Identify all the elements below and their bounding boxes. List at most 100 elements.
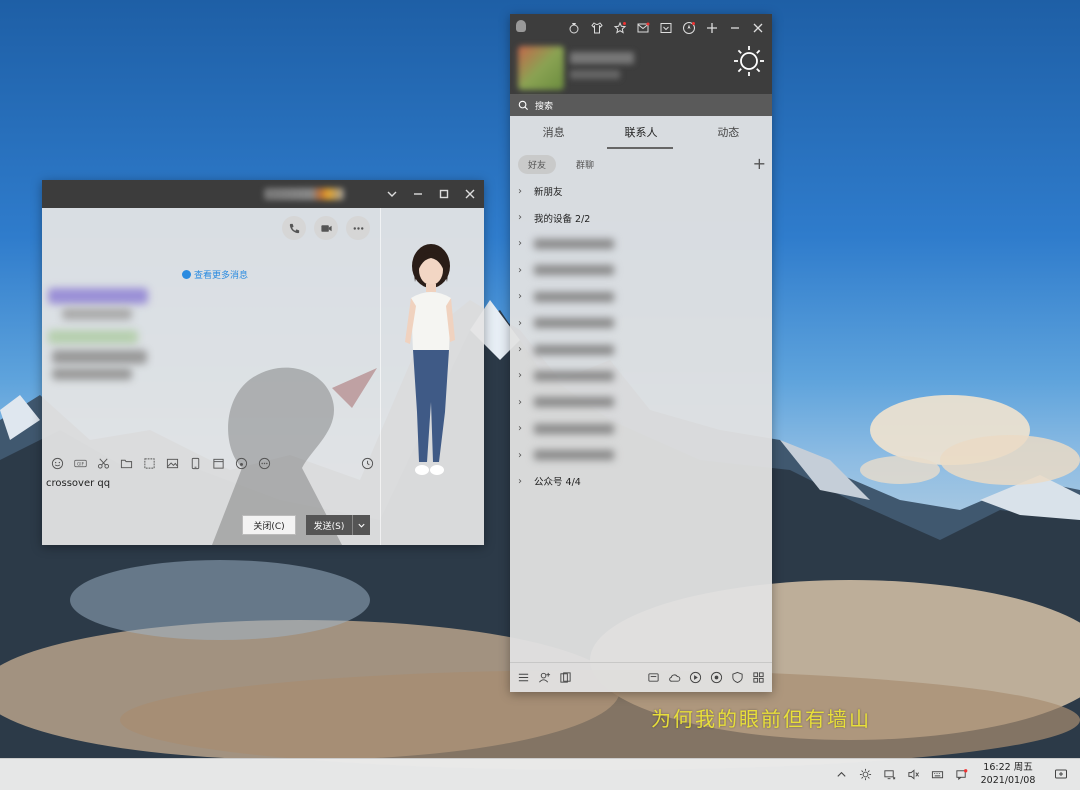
close-button[interactable]: 关闭(C)	[242, 515, 296, 535]
star-icon[interactable]	[610, 18, 630, 38]
contact-subtabs: 好友 群聊 +	[510, 150, 772, 178]
add-friend-icon[interactable]	[537, 670, 552, 685]
view-more-messages-link[interactable]: 查看更多消息	[182, 268, 248, 281]
voice-call-button[interactable]	[282, 216, 306, 240]
close-icon[interactable]	[460, 184, 480, 204]
taskbar-clock[interactable]: 16:22 周五 2021/01/08	[978, 761, 1038, 787]
chevron-right-icon: ›	[518, 185, 522, 197]
file-manager-icon[interactable]	[558, 670, 573, 685]
cloud-icon[interactable]	[667, 670, 682, 685]
subtab-groups[interactable]: 群聊	[566, 155, 604, 174]
group-blurred[interactable]: ›	[510, 416, 772, 442]
music-icon[interactable]	[232, 455, 250, 471]
tab-feeds[interactable]: 动态	[685, 116, 772, 150]
gif-icon[interactable]: GIF	[71, 455, 89, 471]
group-blurred[interactable]: ›	[510, 284, 772, 310]
avatar-figure	[405, 244, 455, 475]
contacts-window[interactable]: 搜索 消息 联系人 动态 好友 群聊 + › 新朋友 › 我的设备 2/2 › › …	[510, 14, 772, 692]
group-blurred[interactable]: ›	[510, 363, 772, 389]
search-input[interactable]: 搜索	[535, 99, 553, 112]
history-clock-icon[interactable]	[358, 455, 376, 471]
group-blurred[interactable]: ›	[510, 257, 772, 283]
tab-messages[interactable]: 消息	[510, 116, 597, 150]
group-blurred[interactable]: ›	[510, 231, 772, 257]
chat-contact-name-blurred	[264, 188, 344, 200]
blurred-message	[48, 288, 148, 304]
search-bar[interactable]: 搜索	[510, 94, 772, 116]
group-blurred[interactable]: ›	[510, 442, 772, 468]
group-my-devices[interactable]: › 我的设备 2/2	[510, 204, 772, 230]
chevron-right-icon: ›	[518, 423, 522, 435]
group-blurred[interactable]: ›	[510, 310, 772, 336]
emoji-icon[interactable]	[48, 455, 66, 471]
mail-icon[interactable]	[633, 18, 653, 38]
group-blurred[interactable]: ›	[510, 336, 772, 362]
minimize-icon[interactable]	[725, 18, 745, 38]
skin-shirt-icon[interactable]	[587, 18, 607, 38]
subtab-friends[interactable]: 好友	[518, 154, 557, 174]
compass-icon[interactable]	[679, 18, 699, 38]
clock-time: 16:22 周五	[983, 762, 1033, 773]
badge-icon[interactable]	[564, 18, 584, 38]
chat-title-bar[interactable]	[42, 180, 484, 208]
group-new-friends[interactable]: › 新朋友	[510, 178, 772, 204]
inbox-icon[interactable]	[656, 18, 676, 38]
network-icon[interactable]	[880, 765, 898, 783]
add-contact-icon[interactable]: +	[753, 154, 766, 173]
avatar[interactable]	[518, 46, 564, 90]
video-icon[interactable]	[688, 670, 703, 685]
blurred-message	[48, 330, 138, 344]
chevron-right-icon: ›	[518, 264, 522, 276]
chevron-right-icon: ›	[518, 475, 522, 487]
send-button[interactable]: 发送(S)	[306, 515, 370, 535]
add-icon[interactable]	[702, 18, 722, 38]
scissors-icon[interactable]	[94, 455, 112, 471]
close-icon[interactable]	[748, 18, 768, 38]
profile-header	[510, 14, 772, 94]
bottom-toolbar	[510, 662, 772, 692]
volume-muted-icon[interactable]	[904, 765, 922, 783]
chat-message-area[interactable]: 查看更多消息 GIF crossover qq 关闭(C) 发送(S)	[42, 208, 380, 545]
active-tab-indicator	[607, 147, 673, 149]
blurred-group-name	[534, 423, 614, 434]
calendar-icon[interactable]	[209, 455, 227, 471]
brightness-icon[interactable]	[856, 765, 874, 783]
keyboard-icon[interactable]	[928, 765, 946, 783]
chat-window[interactable]: 查看更多消息 GIF crossover qq 关闭(C) 发送(S)	[42, 180, 484, 545]
group-blurred[interactable]: ›	[510, 389, 772, 415]
message-input[interactable]: crossover qq	[46, 478, 110, 489]
group-label: 新朋友	[534, 187, 563, 199]
more-icon[interactable]	[255, 455, 273, 471]
overlay-caption: 为何我的眼前但有墙山	[651, 707, 871, 731]
tab-contacts[interactable]: 联系人	[597, 116, 684, 150]
sun-weather-icon[interactable]	[732, 44, 766, 78]
image-icon[interactable]	[163, 455, 181, 471]
show-desktop-icon[interactable]	[1054, 767, 1068, 781]
maximize-icon[interactable]	[434, 184, 454, 204]
blurred-group-name	[534, 397, 614, 408]
apps-grid-icon[interactable]	[751, 670, 766, 685]
blurred-group-name	[534, 265, 614, 276]
chevron-right-icon: ›	[518, 238, 522, 250]
taskbar: 16:22 周五 2021/01/08	[0, 758, 1080, 790]
minimize-icon[interactable]	[408, 184, 428, 204]
more-options-button[interactable]	[346, 216, 370, 240]
blurred-group-name	[534, 291, 614, 302]
contact-group-list: › 新朋友 › 我的设备 2/2 › › › › › › › › › › 公众号 4/…	[510, 178, 772, 495]
chevron-down-icon[interactable]	[352, 515, 370, 535]
game-icon[interactable]	[709, 670, 724, 685]
signature-blurred	[570, 70, 620, 79]
notification-icon[interactable]	[952, 765, 970, 783]
chevron-up-icon[interactable]	[832, 765, 850, 783]
shield-icon[interactable]	[730, 670, 745, 685]
screenshot-icon[interactable]	[140, 455, 158, 471]
folder-icon[interactable]	[117, 455, 135, 471]
menu-icon[interactable]	[516, 670, 531, 685]
blurred-group-name	[534, 238, 614, 249]
video-call-button[interactable]	[314, 216, 338, 240]
app-icon[interactable]	[646, 670, 661, 685]
blurred-message	[52, 368, 132, 380]
chevron-down-icon[interactable]	[382, 184, 402, 204]
group-official-accounts[interactable]: › 公众号 4/4	[510, 468, 772, 494]
phone-icon[interactable]	[186, 455, 204, 471]
